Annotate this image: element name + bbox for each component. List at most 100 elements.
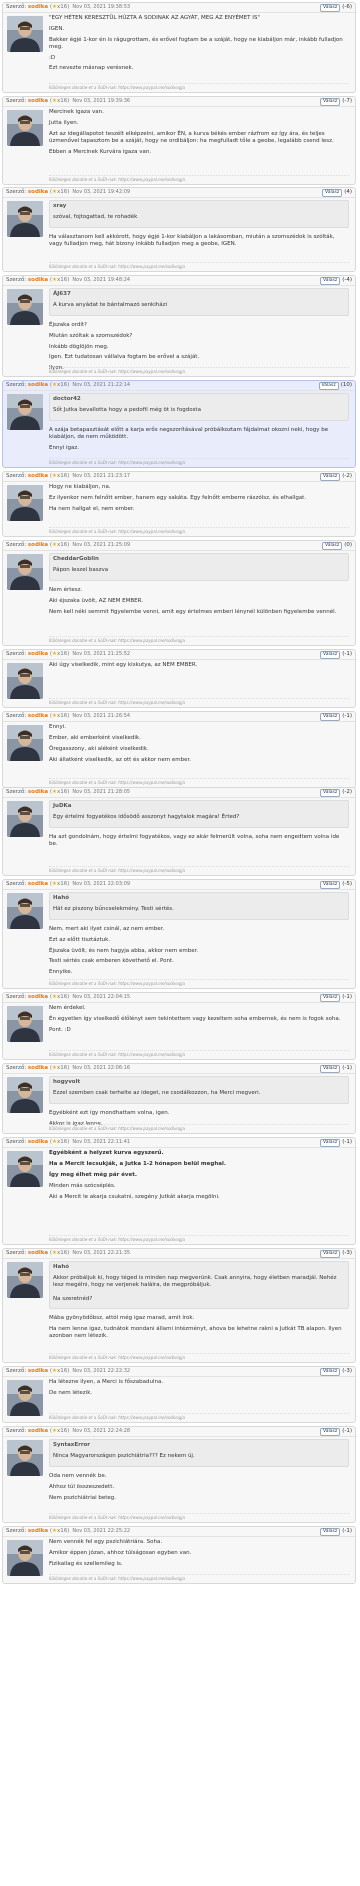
post-paragraph: Minden más szócséplés.: [49, 1182, 116, 1189]
reply-button[interactable]: Válasz: [320, 994, 341, 1002]
post-paragraph: Nem vennék fel egy pszichiátriára. Soha.: [49, 1539, 163, 1545]
user-photo-avatar-icon[interactable]: [7, 1077, 43, 1113]
reply-button[interactable]: Válasz: [320, 4, 341, 12]
reply-button[interactable]: Válasz: [320, 277, 341, 285]
author-link[interactable]: sodika: [28, 4, 48, 10]
user-rank-badge: (★x16): [48, 473, 70, 479]
reply-button[interactable]: Válasz: [322, 542, 343, 550]
reply-button[interactable]: Válasz: [320, 473, 341, 481]
post-header: Szerző: sodika (★x16) Nov 03, 2021 19:42:…: [3, 188, 355, 198]
post-actions: Válasz (-4): [320, 277, 352, 285]
user-photo-avatar-icon[interactable]: [7, 725, 43, 761]
quote-author: Hahó: [53, 895, 70, 901]
post-score: (-2): [342, 789, 352, 796]
reply-button[interactable]: Válasz: [318, 382, 339, 390]
user-photo-avatar-icon[interactable]: [7, 1262, 43, 1298]
post-body: "EGY HÉTEN KERESZTÜL HÚZTA A SODINAK AZ …: [49, 15, 349, 76]
forum-post: Szerző: sodika (★x16) Nov 03, 2021 19:48:…: [2, 275, 356, 377]
author-link[interactable]: sodika: [28, 1250, 48, 1256]
quote-text: Hát ez piszony bűncselekmény. Testi sért…: [53, 905, 174, 912]
user-photo-avatar-icon[interactable]: [7, 1006, 43, 1042]
author-link[interactable]: sodika: [28, 881, 48, 887]
user-rank-badge: (★x16): [48, 1139, 70, 1145]
post-date: Nov 03, 2021 21:23:17: [72, 473, 131, 479]
author-link[interactable]: sodika: [28, 1368, 48, 1374]
user-photo-avatar-icon[interactable]: [7, 485, 43, 521]
reply-button[interactable]: Válasz: [322, 189, 343, 197]
user-photo-avatar-icon[interactable]: [7, 201, 43, 237]
user-photo-avatar-icon[interactable]: [7, 1440, 43, 1476]
author-link[interactable]: sodika: [28, 98, 48, 104]
post-body: SyntaxError Ninca Magyarországon pszichiá…: [49, 1439, 349, 1505]
post-header: Szerző: sodika (★x16) Nov 03, 2021 21:23:…: [3, 472, 355, 482]
user-rank-badge: (★x16): [48, 98, 70, 104]
reply-button[interactable]: Válasz: [320, 1368, 341, 1376]
post-paragraph: Ennyi.: [49, 724, 66, 730]
author-link[interactable]: sodika: [28, 382, 48, 388]
post-body: xray szóval, fojtogattad, te rohadék Ha vá…: [49, 200, 349, 252]
author-link[interactable]: sodika: [28, 651, 48, 657]
author-link[interactable]: sodika: [28, 713, 48, 719]
user-rank-badge: (★x16): [48, 789, 70, 795]
reply-button[interactable]: Válasz: [320, 1139, 341, 1147]
author-link[interactable]: sodika: [28, 994, 48, 1000]
post-actions: Válasz (-1): [320, 651, 352, 659]
user-photo-avatar-icon[interactable]: [7, 1380, 43, 1416]
post-signature: Különleges donatie-et a SoDI-nak: https:…: [49, 1124, 349, 1131]
user-photo-avatar-icon[interactable]: [7, 893, 43, 929]
rank-value: x16: [56, 651, 68, 657]
quoted-reply: SyntaxError Ninca Magyarországon pszichiá…: [49, 1439, 349, 1467]
post-actions: Válasz (-7): [320, 98, 352, 106]
author-link[interactable]: sodika: [28, 1139, 48, 1145]
user-photo-avatar-icon[interactable]: [7, 554, 43, 590]
quote-author: SyntaxError: [53, 1442, 91, 1448]
user-photo-avatar-icon[interactable]: [7, 16, 43, 52]
reply-button[interactable]: Válasz: [320, 651, 341, 659]
post-meta: Szerző: sodika (★x16) Nov 03, 2021 19:39:…: [6, 98, 130, 105]
forum-post: Szerző: sodika (★x16) Nov 03, 2021 21:23:…: [2, 471, 356, 537]
author-link[interactable]: sodika: [28, 1065, 48, 1071]
user-photo-avatar-icon[interactable]: [7, 1151, 43, 1187]
author-link[interactable]: sodika: [28, 542, 48, 548]
user-photo-avatar-icon[interactable]: [7, 663, 43, 699]
author-prefix-label: Szerző:: [6, 473, 27, 479]
forum-post: Szerző: sodika (★x16) Nov 03, 2021 21:22:…: [2, 380, 356, 468]
user-photo-avatar-icon[interactable]: [7, 394, 43, 430]
author-link[interactable]: sodika: [28, 789, 48, 795]
post-body: Ha létezne ilyen, a Merci is főszabaduln…: [49, 1379, 349, 1401]
user-photo-avatar-icon[interactable]: [7, 801, 43, 837]
post-score: (-3): [342, 1368, 352, 1375]
post-paragraph: Azt az idegállapotot teszélt elképzelni,…: [49, 130, 334, 144]
user-photo-avatar-icon[interactable]: [7, 110, 43, 146]
quote-author: doctor42: [53, 396, 81, 402]
post-score: (-1): [342, 1428, 352, 1435]
post-paragraph: Inkább döglöjön meg.: [49, 343, 109, 350]
post-paragraph: Hogy ne kiabáljon, na.: [49, 484, 111, 490]
quoted-reply: JuDKa Egy értelmi fogyatékos idősödő assz…: [49, 800, 349, 828]
reply-button[interactable]: Válasz: [320, 1250, 341, 1258]
post-paragraph: Jutta ilyen.: [49, 119, 79, 126]
post-actions: Válasz (-1): [320, 1428, 352, 1436]
reply-button[interactable]: Válasz: [320, 1428, 341, 1436]
post-paragraph: Éjszaka ordít?: [49, 321, 87, 328]
author-link[interactable]: sodika: [28, 473, 48, 479]
post-paragraph: Testi sértés csak emberen követhető el. …: [49, 958, 174, 965]
post-actions: Válasz (-1): [320, 994, 352, 1002]
rank-value: x16: [56, 994, 68, 1000]
post-paragraph: Aki a Mercit le akarja csukatni, szegény…: [49, 1193, 220, 1200]
reply-button[interactable]: Válasz: [320, 713, 341, 721]
reply-button[interactable]: Válasz: [320, 1065, 341, 1073]
user-photo-avatar-icon[interactable]: [7, 1540, 43, 1576]
author-link[interactable]: sodika: [28, 1428, 48, 1434]
post-signature: Különleges donatie-et a SoDI-nak: https:…: [49, 1050, 349, 1057]
author-link[interactable]: sodika: [28, 277, 48, 283]
author-link[interactable]: sodika: [28, 189, 48, 195]
post-meta: Szerző: sodika (★x16) Nov 03, 2021 21:25:…: [6, 651, 130, 658]
reply-button[interactable]: Válasz: [320, 881, 341, 889]
reply-button[interactable]: Válasz: [320, 1528, 341, 1536]
author-link[interactable]: sodika: [28, 1528, 48, 1534]
post-date: Nov 03, 2021 21:25:52: [72, 651, 131, 657]
reply-button[interactable]: Válasz: [320, 789, 341, 797]
user-photo-avatar-icon[interactable]: [7, 289, 43, 325]
reply-button[interactable]: Válasz: [320, 98, 341, 106]
